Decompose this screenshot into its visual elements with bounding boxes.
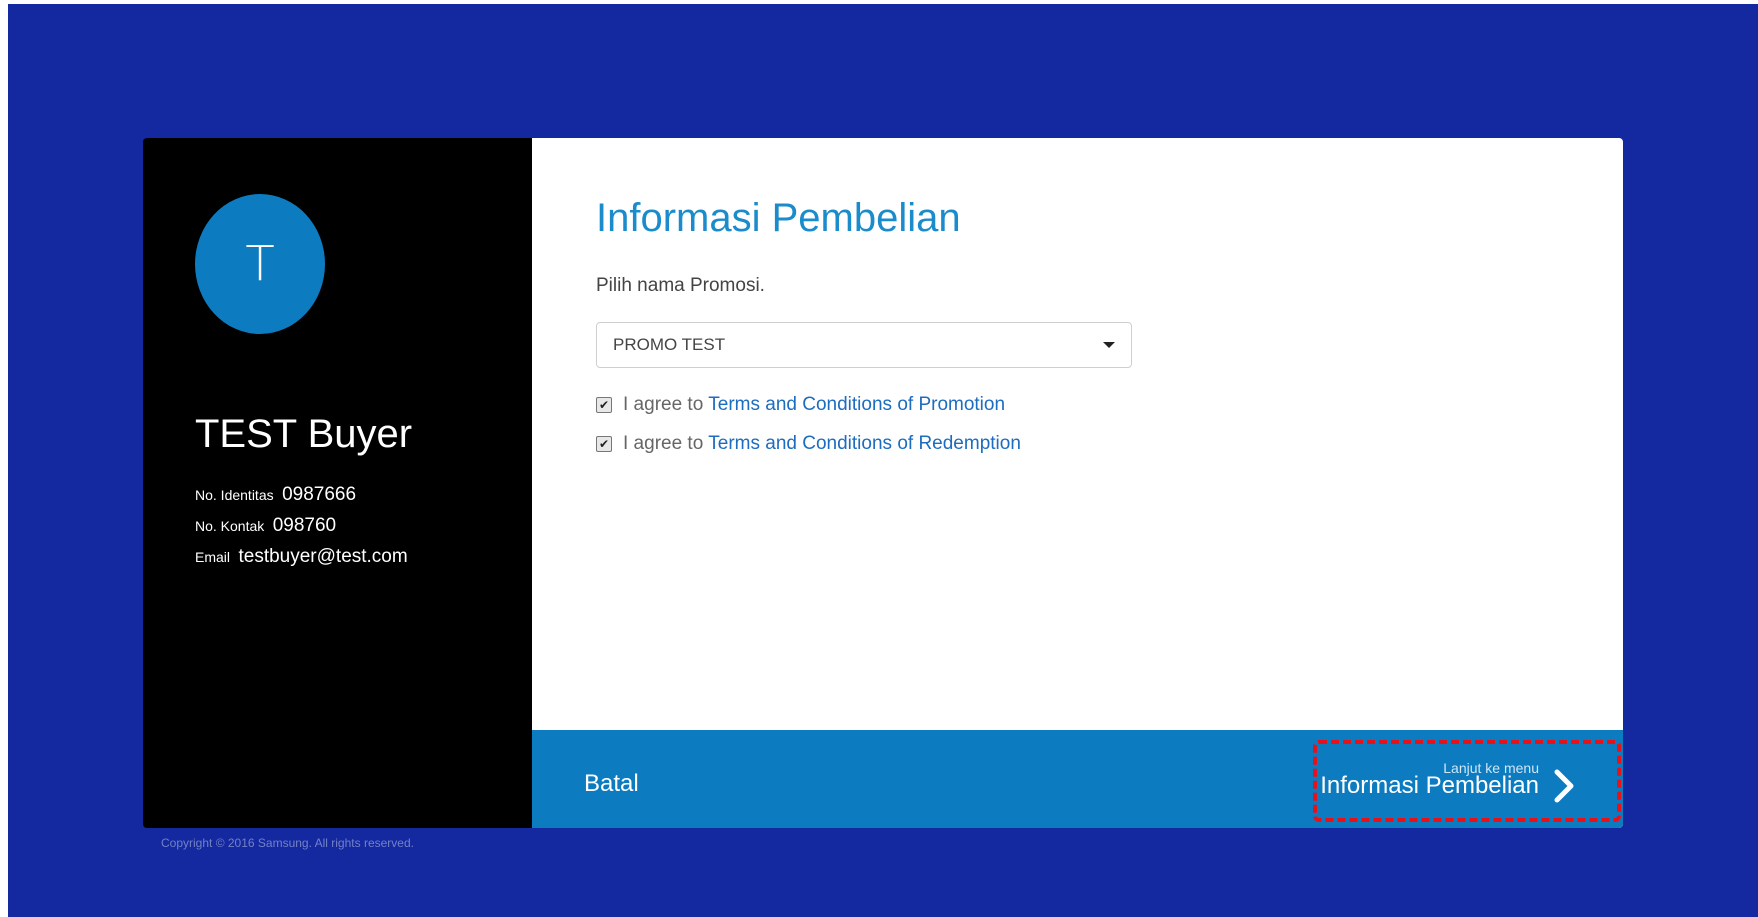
next-button[interactable]: Lanjut ke menu Informasi Pembelian — [1313, 740, 1621, 822]
avatar: T — [195, 194, 325, 334]
action-footer: Batal Lanjut ke menu Informasi Pembelian — [532, 730, 1623, 828]
agree-redemption-checkbox[interactable]: ✔ — [596, 436, 612, 452]
terms-promotion-link[interactable]: Terms and Conditions of Promotion — [708, 394, 1005, 416]
caret-down-icon — [1103, 342, 1115, 348]
agree-promotion-checkbox[interactable]: ✔ — [596, 397, 612, 413]
agree-redemption-prefix: I agree to — [623, 433, 704, 454]
chevron-right-icon — [1554, 769, 1574, 803]
contact-row: No. Kontak 098760 — [195, 510, 408, 541]
identity-value: 0987666 — [282, 484, 357, 505]
promo-select-value: PROMO TEST — [613, 335, 726, 354]
buyer-info: No. Identitas 0987666 No. Kontak 098760 … — [195, 479, 408, 572]
buyer-profile-panel: T TEST Buyer No. Identitas 0987666 No. K… — [143, 138, 532, 828]
agree-redemption-row: ✔ I agree to Terms and Conditions of Red… — [596, 433, 1021, 455]
email-row: Email testbuyer@test.com — [195, 541, 408, 572]
agree-promotion-row: ✔ I agree to Terms and Conditions of Pro… — [596, 394, 1005, 416]
purchase-card: T TEST Buyer No. Identitas 0987666 No. K… — [143, 138, 1623, 828]
promo-label: Pilih nama Promosi. — [596, 275, 765, 296]
next-label: Informasi Pembelian — [1320, 772, 1539, 799]
promo-select[interactable]: PROMO TEST — [596, 322, 1132, 368]
email-value: testbuyer@test.com — [238, 546, 408, 567]
identity-label: No. Identitas — [195, 487, 274, 503]
email-label: Email — [195, 549, 231, 565]
contact-label: No. Kontak — [195, 518, 265, 534]
buyer-name: TEST Buyer — [195, 412, 413, 456]
avatar-initial: T — [245, 236, 275, 292]
page-background: T TEST Buyer No. Identitas 0987666 No. K… — [8, 4, 1758, 917]
contact-value: 098760 — [272, 515, 337, 536]
agree-promotion-prefix: I agree to — [623, 394, 704, 415]
identity-row: No. Identitas 0987666 — [195, 479, 408, 510]
terms-redemption-link[interactable]: Terms and Conditions of Redemption — [708, 433, 1021, 455]
cancel-button[interactable]: Batal — [584, 770, 639, 798]
purchase-info-panel: Informasi Pembelian Pilih nama Promosi. … — [532, 138, 1623, 828]
copyright-text: Copyright © 2016 Samsung. All rights res… — [161, 836, 414, 850]
page-title: Informasi Pembelian — [596, 196, 961, 240]
